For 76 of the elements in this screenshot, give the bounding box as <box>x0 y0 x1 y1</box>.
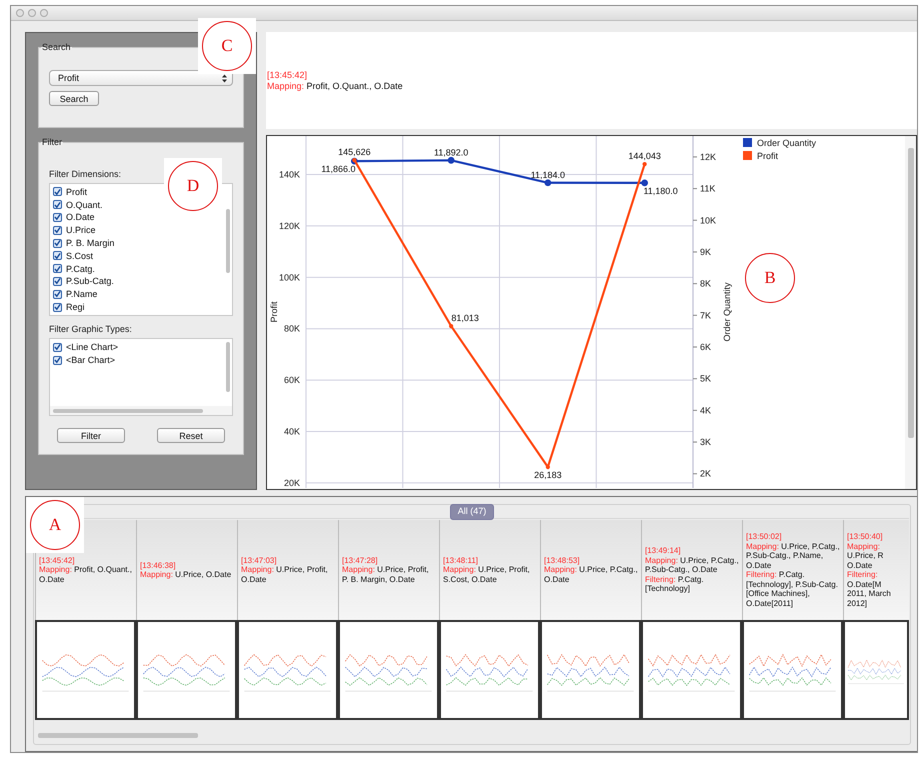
checkbox-label: S.Cost <box>66 250 94 261</box>
y-axis-tick-label: 80K <box>284 324 300 334</box>
filtering-text: Filtering: P.Catg.[Technology], P.Sub-Catg.[Office Machines], O.Date[2011] <box>746 570 839 608</box>
group-title: Filter <box>41 137 63 147</box>
y-axis-tick-label: 4K <box>700 405 712 416</box>
timestamp: [13:45:42] <box>267 70 308 81</box>
timestamp: [13:50:40] <box>847 532 884 542</box>
legend-label: Order Quantity <box>757 138 816 148</box>
y-axis-title: Order Quantity <box>722 282 732 342</box>
checkbox-label: P.Name <box>66 289 98 300</box>
mapping-text: Mapping: U.Price, Profit, P. B. Margin, O.Date <box>342 565 430 584</box>
filter-action-button[interactable]: Filter <box>57 428 125 443</box>
dimension-dropdown[interactable]: Profit <box>49 70 233 86</box>
timestamp: [13:49:14] <box>645 546 682 556</box>
checkbox-label: Profit <box>66 186 88 197</box>
annotation-label: A <box>26 497 84 553</box>
section-label: Filter Graphic Types: <box>49 324 133 334</box>
y-axis-tick-label: 3K <box>700 437 712 448</box>
checkbox-label: P. B. Margin <box>66 238 114 248</box>
y-axis-tick-label: 11K <box>700 184 716 194</box>
y-axis-tick-label: 140K <box>278 170 300 180</box>
data-label: 11,866.0 <box>321 164 356 174</box>
data-label: 11,180.0 <box>643 186 678 196</box>
y-axis-tick-label: 20K <box>284 478 300 488</box>
data-label: 26,183 <box>534 470 562 480</box>
mapping-text: Mapping: U.Price, Profit, S.Cost, O.Date <box>443 565 531 584</box>
legend-label: Profit <box>757 151 778 161</box>
y-axis-tick-label: 10K <box>700 215 716 226</box>
filter-action-button[interactable]: Reset <box>157 428 225 443</box>
mapping-text: Mapping: U.Price, P.Catg., P.Sub-Catg., O.Date <box>645 556 740 575</box>
timestamp: [13:48:11] <box>443 556 479 566</box>
checkbox-label: U.Price <box>66 225 96 236</box>
mapping-text: Mapping: U.Price, P.Catg., O.Date <box>544 565 639 584</box>
y-axis-tick-label: 8K <box>700 278 712 289</box>
filtering-text: Filtering: O.Date[M 2011, March 2012] <box>847 570 892 608</box>
mapping-text: Mapping: U.Price, R O.Date <box>847 542 884 570</box>
mapping-text: Mapping: U.Price, P.Catg., P.Sub-Catg., P.Name, O.Date <box>746 542 841 570</box>
timestamp: [13:45:42] <box>39 556 76 566</box>
timestamp: [13:46:38] <box>140 560 177 570</box>
mapping-text: Mapping: Profit, O.Quant., O.Date <box>267 81 404 92</box>
mapping-text: Mapping: U.Price, Profit, O.Date <box>241 565 329 584</box>
data-label: 144,043 <box>628 151 661 162</box>
y-axis-tick-label: 7K <box>700 310 712 320</box>
y-axis-tick-label: 60K <box>284 375 300 386</box>
y-axis-tick-label: 120K <box>278 220 300 231</box>
timestamp: [13:47:03] <box>241 556 278 566</box>
y-axis-tick-label: 2K <box>700 468 712 479</box>
checkbox-label: P.Sub-Catg. <box>66 276 114 286</box>
search-button[interactable]: Search <box>49 91 99 106</box>
timestamp: [13:48:53] <box>544 556 581 566</box>
filtering-text: Filtering: P.Catg.[Technology] <box>645 574 705 594</box>
annotation-label: C <box>198 18 256 74</box>
mapping-text: Mapping: Profit, O.Quant., O.Date <box>39 565 133 584</box>
data-label: 11,892.0 <box>434 147 468 158</box>
data-label: 145,626 <box>338 147 371 158</box>
y-axis-tick-label: 100K <box>278 272 300 282</box>
checkbox-label: P.Catg. <box>66 264 95 274</box>
y-axis-tick-label: 12K <box>700 152 716 162</box>
annotation-label: D <box>164 158 222 214</box>
data-label: 81,013 <box>451 313 479 324</box>
mapping-text: Mapping: U.Price, O.Date <box>140 570 232 580</box>
checkbox-label: <Line Chart> <box>66 342 118 352</box>
data-label: 11,184.0 <box>530 170 566 180</box>
checkbox-label: O.Quant. <box>66 200 103 210</box>
y-axis-tick-label: 9K <box>700 246 712 257</box>
timestamp: [13:47:28] <box>342 556 379 566</box>
y-axis-tick-label: 40K <box>284 426 300 436</box>
checkbox-label: O.Date <box>66 212 95 222</box>
y-axis-tick-label: 6K <box>700 342 712 352</box>
group-title: Search <box>41 42 72 52</box>
y-axis-title: Profit <box>269 302 279 322</box>
checkbox-label: Regi <box>66 302 85 312</box>
timestamp: [13:50:02] <box>746 532 783 542</box>
y-axis-tick-label: 5K <box>700 374 712 384</box>
checkbox-label: <Bar Chart> <box>66 355 116 366</box>
section-label: Filter Dimensions: <box>49 169 122 179</box>
